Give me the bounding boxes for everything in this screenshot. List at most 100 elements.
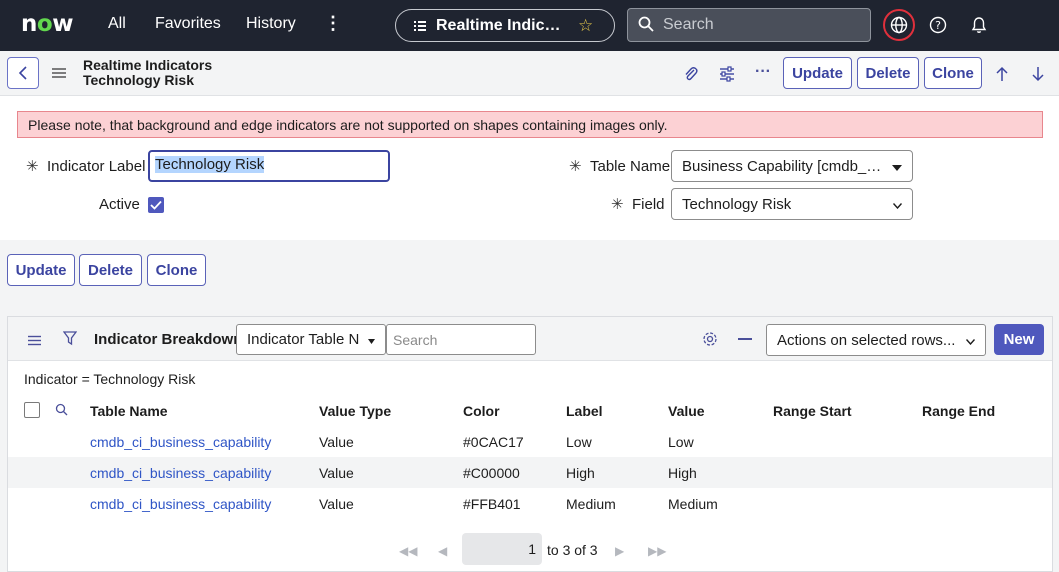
page-number-input[interactable]: 1 [462,533,542,565]
select-all-checkbox[interactable] [24,402,40,418]
hamburger-menu-icon[interactable] [52,66,66,82]
page-range-text: to 3 of 3 [547,542,598,558]
form-title-line2: Technology Risk [83,72,194,88]
update-button[interactable]: Update [783,57,852,89]
value-cell: Medium [668,496,718,512]
active-checkbox[interactable] [148,197,164,213]
column-header-table-name[interactable]: Table Name [90,403,168,419]
nav-favorites[interactable]: Favorites [155,15,221,33]
indicator-label-label: Indicator Label [47,158,146,175]
new-button[interactable]: New [994,324,1044,355]
bottom-delete-button[interactable]: Delete [79,254,142,286]
chevron-down-icon [965,332,976,349]
required-icon: ✳ [569,158,582,175]
pagination: ◀◀ ◀ 1 to 3 of 3 ▶ ▶▶ [8,533,1052,567]
indicator-label-value: Technology Risk [155,156,265,173]
color-cell: #C00000 [463,465,520,481]
value-cell: High [668,465,697,481]
column-header-value[interactable]: Value [668,403,705,419]
field-label: Field [632,196,665,213]
column-header-range-end[interactable]: Range End [922,403,995,419]
label-cell: Medium [566,496,616,512]
nav-all[interactable]: All [108,15,126,33]
list-menu-icon[interactable] [28,333,41,349]
table-row: cmdb_ci_business_capability Value #0CAC1… [8,426,1052,457]
value-type-cell: Value [319,496,354,512]
required-icon: ✳ [26,158,39,175]
search-icon [638,16,654,35]
gear-icon[interactable] [702,331,718,350]
caret-down-icon [892,158,902,175]
table-name-link[interactable]: cmdb_ci_business_capability [90,434,271,450]
previous-page-icon[interactable]: ◀ [438,544,447,558]
value-cell: Low [668,434,694,450]
help-icon[interactable]: ? [927,14,949,36]
first-page-icon[interactable]: ◀◀ [399,544,417,558]
back-button[interactable] [7,57,39,89]
field-select[interactable]: Technology Risk [671,188,913,220]
global-search-input[interactable] [663,16,853,34]
table-name-select[interactable]: Business Capability [cmdb_ci_b… [671,150,913,182]
table-row: cmdb_ci_business_capability Value #FFB40… [8,488,1052,519]
table-name-link[interactable]: cmdb_ci_business_capability [90,496,271,512]
svg-text:?: ? [935,19,941,32]
field-value: Technology Risk [682,195,792,213]
required-icon: ✳ [611,196,624,213]
column-search-icon[interactable] [55,403,68,419]
form-title-line1: Realtime Indicators [83,57,213,73]
delete-button[interactable]: Delete [857,57,919,89]
context-pill[interactable]: Realtime Indicat… ☆ [395,9,615,42]
bottom-clone-button[interactable]: Clone [147,254,206,286]
filter-icon[interactable] [62,331,78,349]
filter-breadcrumb[interactable]: Indicator = Technology Risk [24,371,195,387]
context-pill-label: Realtime Indicat… [436,16,566,34]
chevron-down-icon [892,196,903,213]
paperclip-icon[interactable] [681,64,701,84]
caret-down-icon [368,331,375,348]
label-cell: High [566,465,595,481]
more-options-icon[interactable]: ··· [753,62,773,82]
table-name-label: Table Name [590,158,671,175]
star-icon[interactable]: ☆ [578,16,593,36]
search-column-select[interactable]: Indicator Table Na [236,324,386,355]
table-name-value: Business Capability [cmdb_ci_b… [682,157,882,175]
previous-record-icon[interactable] [992,64,1012,84]
nav-history[interactable]: History [246,15,296,33]
label-cell: Low [566,434,592,450]
global-search[interactable] [627,8,871,42]
last-page-icon[interactable]: ▶▶ [648,544,666,558]
column-header-value-type[interactable]: Value Type [319,403,391,419]
search-column-value: Indicator Table Na [247,331,359,348]
list-icon [414,18,426,34]
indicator-label-input[interactable]: Technology Risk [148,150,390,182]
table-row: cmdb_ci_business_capability Value #C0000… [8,457,1052,488]
bottom-update-button[interactable]: Update [7,254,75,286]
collapse-icon[interactable] [738,338,752,340]
column-header-label[interactable]: Label [566,403,603,419]
form-header: Realtime Indicators Technology Risk ··· … [0,51,1059,96]
form-title: Realtime Indicators Technology Risk [83,58,212,88]
more-menu-icon[interactable]: ⋮ [324,13,342,34]
value-type-cell: Value [319,434,354,450]
globe-icon[interactable] [883,9,915,41]
actions-select[interactable]: Actions on selected rows... [766,324,986,356]
column-header-range-start[interactable]: Range Start [773,403,852,419]
active-label: Active [99,196,140,213]
settings-sliders-icon[interactable] [717,64,737,84]
value-type-cell: Value [319,465,354,481]
clone-button[interactable]: Clone [924,57,982,89]
related-list-header: Indicator Breakdowns Indicator Table Na … [8,317,1052,361]
list-search-input[interactable] [393,332,523,348]
top-navigation: now All Favorites History ⋮ Realtime Ind… [0,0,1059,51]
indicator-breakdowns-list: Indicator Breakdowns Indicator Table Na … [7,316,1053,572]
related-list-title: Indicator Breakdowns [94,331,251,348]
now-logo[interactable]: now [21,11,73,37]
color-cell: #FFB401 [463,496,521,512]
table-name-link[interactable]: cmdb_ci_business_capability [90,465,271,481]
next-record-icon[interactable] [1028,64,1048,84]
column-header-color[interactable]: Color [463,403,500,419]
next-page-icon[interactable]: ▶ [615,544,624,558]
color-cell: #0CAC17 [463,434,524,450]
notification-bell-icon[interactable] [968,14,990,36]
list-search-field[interactable] [386,324,536,355]
